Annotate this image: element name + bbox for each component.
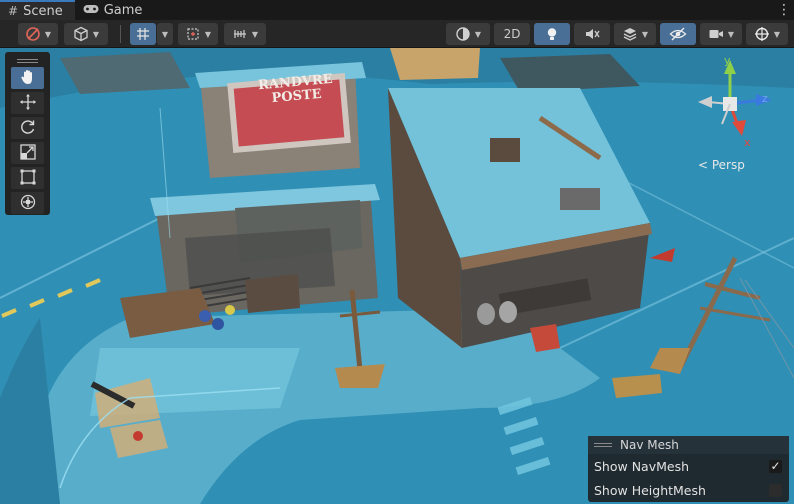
- toggle-2d-label: 2D: [503, 27, 521, 41]
- show-heightmesh-option[interactable]: Show HeightMesh: [588, 478, 789, 502]
- scale-tool-button[interactable]: [11, 142, 44, 164]
- move-arrows-icon: [19, 93, 37, 114]
- layers-icon: [622, 26, 638, 42]
- scene-visibility-button[interactable]: [660, 23, 696, 45]
- navmesh-overlay: Nav Mesh Show NavMesh Show HeightMesh: [588, 436, 789, 502]
- show-heightmesh-label: Show HeightMesh: [594, 482, 706, 498]
- effects-button[interactable]: ▼: [614, 23, 656, 45]
- rect-tool-button[interactable]: [11, 167, 44, 189]
- navmesh-overlay-title: Nav Mesh: [620, 438, 679, 452]
- chevron-down-icon: ▼: [161, 29, 169, 39]
- ruler-button[interactable]: ▼: [224, 23, 266, 45]
- audio-toggle-button[interactable]: [574, 23, 610, 45]
- tools-overlay: [5, 52, 50, 215]
- toolbar-divider: [120, 25, 121, 43]
- transform-icon: [19, 193, 37, 214]
- shading-mode-button[interactable]: ▼: [64, 23, 108, 45]
- chevron-down-icon: ▼: [204, 29, 212, 39]
- chevron-down-icon: ▼: [92, 29, 100, 39]
- grid-snap-dropdown[interactable]: ▼: [157, 23, 173, 45]
- camera-icon: [708, 26, 724, 42]
- drag-handle[interactable]: [594, 443, 612, 447]
- grid-snap-button[interactable]: [130, 23, 156, 45]
- scene-toolbar: ▼ ▼ ▼ ▼ ▼ ▼ 2D ▼ ▼ ▼: [0, 20, 794, 48]
- chevron-down-icon: ▼: [44, 29, 52, 39]
- scale-icon: [19, 143, 37, 164]
- show-navmesh-option[interactable]: Show NavMesh: [588, 454, 789, 478]
- eye-slash-icon: [669, 26, 687, 42]
- chevron-down-icon: ▼: [773, 29, 781, 39]
- gamepad-icon: [83, 3, 99, 18]
- ruler-icon: [232, 26, 248, 42]
- hand-icon: [19, 68, 37, 89]
- chevron-down-icon: ▼: [641, 29, 649, 39]
- snap-increment-icon: [185, 26, 201, 42]
- orientation-gizmo[interactable]: y z x: [682, 54, 778, 156]
- lightbulb-icon: [544, 26, 560, 42]
- snap-increment-button[interactable]: ▼: [178, 23, 218, 45]
- show-heightmesh-checkbox[interactable]: [769, 483, 782, 497]
- gizmo-icon: [754, 26, 770, 42]
- show-navmesh-label: Show NavMesh: [594, 458, 690, 474]
- tab-scene[interactable]: # Scene: [0, 0, 75, 20]
- chevron-down-icon: ▼: [727, 29, 735, 39]
- rotate-tool-button[interactable]: [11, 117, 44, 139]
- window-tab-bar: # Scene Game ⋮: [0, 0, 794, 20]
- draw-mode-icon: [25, 26, 41, 42]
- render-mode-button[interactable]: ▼: [446, 23, 490, 45]
- tab-scene-label: Scene: [23, 3, 63, 19]
- gizmo-axis-z: z: [762, 92, 768, 105]
- grid-icon: #: [8, 4, 19, 18]
- gizmo-axis-x: x: [744, 136, 751, 149]
- gizmo-axis-y: y: [724, 54, 731, 67]
- drag-handle[interactable]: [11, 55, 44, 67]
- projection-toggle[interactable]: < Persp: [698, 158, 745, 172]
- draw-mode-button[interactable]: ▼: [18, 23, 58, 45]
- sphere-icon: [455, 26, 471, 42]
- tab-game[interactable]: Game: [75, 0, 155, 20]
- move-tool-button[interactable]: [11, 92, 44, 114]
- rotate-icon: [19, 118, 37, 139]
- grid-snap-icon: [135, 26, 151, 42]
- transform-tool-button[interactable]: [11, 192, 44, 214]
- hand-tool-button[interactable]: [11, 67, 44, 89]
- chevron-down-icon: ▼: [474, 29, 482, 39]
- tab-game-label: Game: [103, 2, 143, 18]
- gizmos-button[interactable]: ▼: [746, 23, 788, 45]
- cube-icon: [73, 26, 89, 42]
- more-options-icon[interactable]: ⋮: [774, 0, 794, 20]
- rect-transform-icon: [19, 168, 37, 189]
- navmesh-overlay-header[interactable]: Nav Mesh: [588, 436, 789, 454]
- show-navmesh-checkbox[interactable]: [769, 459, 782, 473]
- speaker-muted-icon: [584, 26, 600, 42]
- lighting-toggle-button[interactable]: [534, 23, 570, 45]
- chevron-down-icon: ▼: [251, 29, 259, 39]
- toggle-2d-button[interactable]: 2D: [494, 23, 530, 45]
- camera-settings-button[interactable]: ▼: [700, 23, 742, 45]
